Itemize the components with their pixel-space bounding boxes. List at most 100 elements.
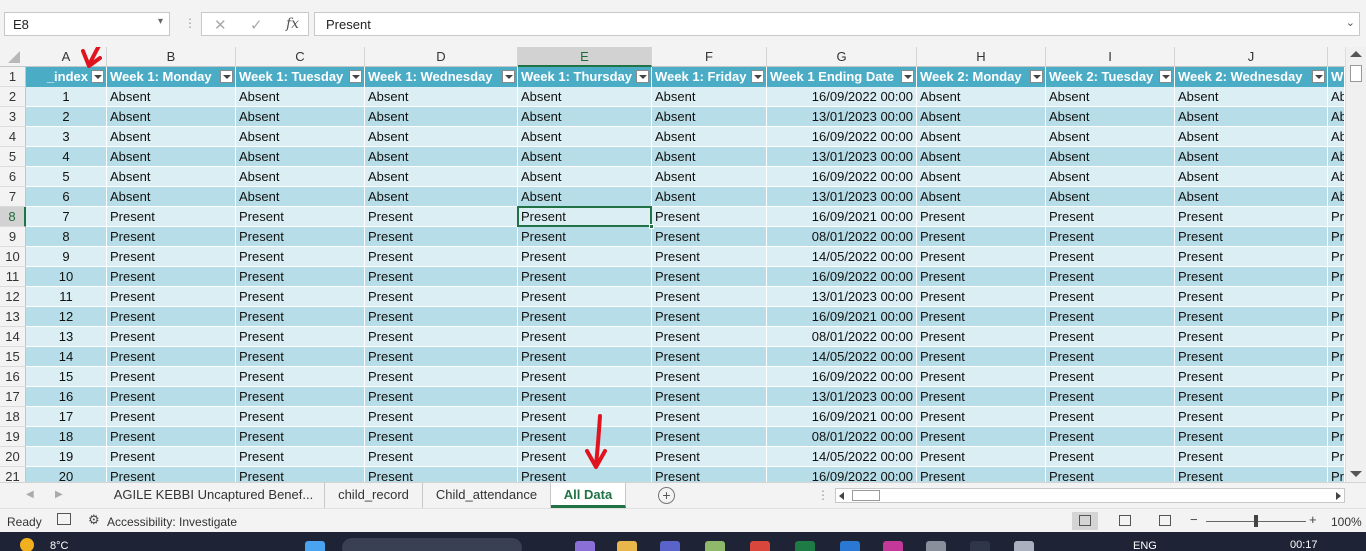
attendance-cell[interactable]: Absent [917, 87, 1046, 107]
app-icon[interactable] [970, 541, 990, 551]
attendance-cell[interactable]: Absent [236, 187, 365, 207]
table-header-cell[interactable]: Week 1: Wednesday [365, 67, 518, 87]
app-icon[interactable] [575, 541, 595, 551]
attendance-cell[interactable]: Present [107, 407, 236, 427]
attendance-cell[interactable]: Present [107, 327, 236, 347]
attendance-cell[interactable]: Absent [518, 127, 652, 147]
attendance-cell[interactable]: Present [1046, 207, 1175, 227]
attendance-cell[interactable]: Present [107, 287, 236, 307]
attendance-cell[interactable]: Present [236, 447, 365, 467]
filter-dropdown-icon[interactable] [1030, 70, 1043, 83]
attendance-cell[interactable]: Ab [1328, 87, 1345, 107]
attendance-cell[interactable]: Absent [1046, 127, 1175, 147]
attendance-cell[interactable]: Absent [107, 107, 236, 127]
attendance-cell[interactable]: Pr [1328, 407, 1345, 427]
attendance-cell[interactable]: Present [1046, 227, 1175, 247]
date-cell[interactable]: 16/09/2022 00:00 [767, 127, 917, 147]
attendance-cell[interactable]: Present [365, 387, 518, 407]
attendance-cell[interactable]: Present [107, 367, 236, 387]
attendance-cell[interactable]: Absent [365, 127, 518, 147]
app-icon[interactable] [926, 541, 946, 551]
filter-dropdown-icon[interactable] [502, 70, 515, 83]
column-header-d[interactable]: D [365, 47, 518, 67]
attendance-cell[interactable]: Present [236, 347, 365, 367]
attendance-cell[interactable]: Present [1175, 207, 1328, 227]
index-cell[interactable]: 5 [26, 167, 107, 187]
attendance-cell[interactable]: Present [236, 467, 365, 482]
attendance-cell[interactable]: Present [1046, 327, 1175, 347]
date-cell[interactable]: 16/09/2022 00:00 [767, 87, 917, 107]
attendance-cell[interactable]: Present [107, 467, 236, 482]
vertical-scrollbar[interactable] [1345, 47, 1366, 482]
attendance-cell[interactable]: Present [365, 267, 518, 287]
attendance-cell[interactable]: Present [1046, 427, 1175, 447]
excel-icon[interactable] [795, 541, 815, 551]
formula-input[interactable]: Present ⌄ [314, 12, 1360, 36]
attendance-cell[interactable]: Present [518, 287, 652, 307]
attendance-cell[interactable]: Absent [1175, 167, 1328, 187]
attendance-cell[interactable]: Present [518, 267, 652, 287]
attendance-cell[interactable]: Present [917, 227, 1046, 247]
page-break-icon[interactable] [1152, 512, 1178, 530]
attendance-cell[interactable]: Present [652, 347, 767, 367]
attendance-cell[interactable]: Absent [518, 107, 652, 127]
attendance-cell[interactable]: Present [652, 407, 767, 427]
attendance-cell[interactable]: Present [365, 287, 518, 307]
start-icon[interactable] [305, 541, 325, 551]
attendance-cell[interactable]: Present [1175, 327, 1328, 347]
table-header-cell[interactable]: Week 2: Monday [917, 67, 1046, 87]
fill-handle[interactable] [649, 224, 654, 229]
row-header[interactable]: 5 [0, 147, 26, 167]
date-cell[interactable]: 16/09/2021 00:00 [767, 407, 917, 427]
attendance-cell[interactable]: Present [1046, 267, 1175, 287]
select-all-button[interactable] [8, 51, 20, 63]
attendance-cell[interactable]: Absent [917, 127, 1046, 147]
table-header-cell[interactable]: Week 1 Ending Date [767, 67, 917, 87]
attendance-cell[interactable]: Present [518, 387, 652, 407]
attendance-cell[interactable]: Present [917, 287, 1046, 307]
attendance-cell[interactable]: Present [518, 207, 652, 227]
column-header-c[interactable]: C [236, 47, 365, 67]
attendance-cell[interactable]: Present [917, 367, 1046, 387]
table-header-cell[interactable]: W [1328, 67, 1345, 87]
sheet-tab[interactable]: child_record [325, 483, 423, 508]
index-cell[interactable]: 16 [26, 387, 107, 407]
attendance-cell[interactable]: Present [236, 327, 365, 347]
attendance-cell[interactable]: Present [1175, 367, 1328, 387]
attendance-cell[interactable]: Present [236, 387, 365, 407]
worksheet-grid[interactable]: ABCDEFGHIJ 1 _index Week 1: Monday Week 1: … [0, 47, 1366, 482]
attendance-cell[interactable]: Present [1175, 267, 1328, 287]
function-icon[interactable]: fx [286, 16, 299, 32]
attendance-cell[interactable]: Pr [1328, 387, 1345, 407]
index-cell[interactable]: 14 [26, 347, 107, 367]
row-header[interactable]: 12 [0, 287, 26, 307]
attendance-cell[interactable]: Absent [107, 167, 236, 187]
attendance-cell[interactable]: Absent [917, 147, 1046, 167]
attendance-cell[interactable]: Present [236, 247, 365, 267]
attendance-cell[interactable]: Present [107, 447, 236, 467]
attendance-cell[interactable]: Absent [518, 147, 652, 167]
attendance-cell[interactable]: Absent [107, 147, 236, 167]
date-cell[interactable]: 13/01/2023 00:00 [767, 187, 917, 207]
index-cell[interactable]: 15 [26, 367, 107, 387]
attendance-cell[interactable]: Absent [236, 127, 365, 147]
attendance-cell[interactable]: Present [107, 267, 236, 287]
date-cell[interactable]: 14/05/2022 00:00 [767, 347, 917, 367]
attendance-cell[interactable]: Present [917, 407, 1046, 427]
attendance-cell[interactable]: Present [236, 267, 365, 287]
attendance-cell[interactable]: Present [652, 227, 767, 247]
index-cell[interactable]: 4 [26, 147, 107, 167]
attendance-cell[interactable]: Absent [107, 187, 236, 207]
attendance-cell[interactable]: Present [652, 307, 767, 327]
column-header-e[interactable]: E [518, 47, 652, 67]
attendance-cell[interactable]: Ab [1328, 147, 1345, 167]
row-header[interactable]: 13 [0, 307, 26, 327]
attendance-cell[interactable]: Present [1046, 367, 1175, 387]
attendance-cell[interactable]: Present [1175, 467, 1328, 482]
attendance-cell[interactable]: Present [917, 247, 1046, 267]
attendance-cell[interactable]: Present [107, 227, 236, 247]
zoom-level[interactable]: 100% [1331, 515, 1362, 529]
attendance-cell[interactable]: Ab [1328, 107, 1345, 127]
accessibility-icon[interactable]: ⚙ [88, 512, 100, 528]
row-header[interactable]: 1 [0, 67, 26, 87]
